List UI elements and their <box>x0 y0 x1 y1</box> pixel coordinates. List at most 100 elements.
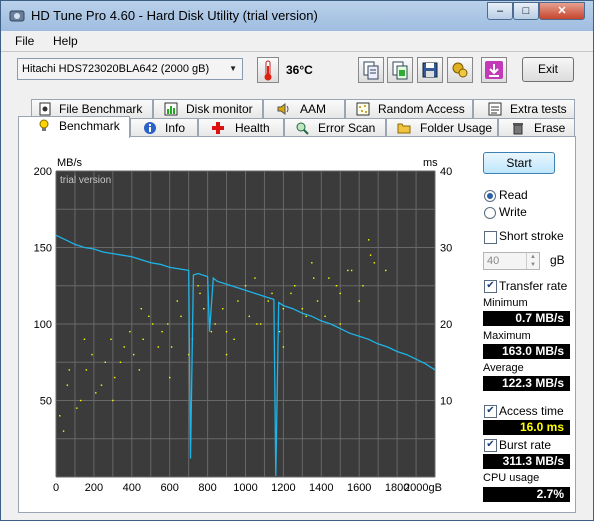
tab-erase[interactable]: Erase <box>498 118 575 138</box>
access-time-point <box>129 330 131 333</box>
tab-error-scan[interactable]: Error Scan <box>284 118 386 138</box>
start-button[interactable]: Start <box>483 152 555 174</box>
access-time-point <box>76 407 78 409</box>
access-time-point <box>233 338 235 340</box>
access-time-point <box>244 285 247 287</box>
access-time-point <box>214 323 216 325</box>
access-time-point <box>271 292 273 295</box>
access-time-point <box>290 292 292 295</box>
access-time-point <box>151 323 154 325</box>
options-button[interactable] <box>447 57 473 83</box>
copy-text-button[interactable] <box>358 57 384 83</box>
close-button[interactable]: ✕ <box>539 2 585 20</box>
spin-down-icon[interactable]: ▼ <box>526 261 539 269</box>
tab-folder-usage[interactable]: Folder Usage <box>386 118 498 138</box>
short-stroke-unit: gB <box>550 253 565 267</box>
tab-disk-monitor[interactable]: Disk monitor <box>153 99 263 119</box>
y-tick-label: 150 <box>34 243 52 255</box>
access-time-point <box>225 330 228 333</box>
average-label: Average <box>483 362 524 374</box>
copy-screenshot-icon <box>392 61 408 80</box>
access-time-point <box>339 292 341 295</box>
x-tick-label: 600 <box>161 482 179 494</box>
tab-label: Benchmark <box>59 119 120 133</box>
access-time-checkbox[interactable]: ✔ <box>484 405 497 418</box>
maximize-button[interactable]: □ <box>513 2 539 20</box>
minimum-label: Minimum <box>483 297 528 309</box>
tab-label: Disk monitor <box>186 102 253 116</box>
y-tick-label: 50 <box>40 396 52 408</box>
magnifier-icon <box>296 122 309 135</box>
access-time-point <box>335 285 338 287</box>
file-benchmark-icon <box>39 102 51 116</box>
folder-icon <box>397 123 411 134</box>
window-title: HD Tune Pro 4.60 - Hard Disk Utility (tr… <box>31 8 318 23</box>
access-time-point <box>254 277 256 279</box>
spin-up-icon[interactable]: ▲ <box>526 253 539 261</box>
tab-extra-tests[interactable]: Extra tests <box>473 99 575 119</box>
menu-file[interactable]: File <box>15 34 34 48</box>
download-icon <box>485 61 503 79</box>
short-stroke-checkbox[interactable] <box>484 231 497 244</box>
temperature-value: 36°C <box>286 63 313 77</box>
access-time-point <box>100 384 103 386</box>
menu-help[interactable]: Help <box>53 34 78 48</box>
download-button[interactable] <box>481 57 507 83</box>
access-time-point <box>222 308 224 310</box>
access-time-point <box>347 269 349 272</box>
tab-aam[interactable]: AAM <box>263 99 345 119</box>
access-time-point <box>369 254 372 256</box>
access-time-point <box>210 330 213 333</box>
read-radio[interactable] <box>484 190 496 202</box>
exit-button[interactable]: Exit <box>522 57 574 82</box>
x-tick-label: 1400 <box>309 482 333 494</box>
tab-label: Extra tests <box>510 102 567 116</box>
access-time-point <box>313 277 315 279</box>
y2-tick-label: 30 <box>440 243 452 255</box>
access-time-point <box>170 346 173 348</box>
tab-random-access[interactable]: Random Access <box>345 99 473 119</box>
tab-label: AAM <box>300 102 327 116</box>
short-stroke-label: Short stroke <box>499 229 564 243</box>
access-time-point <box>301 308 304 310</box>
average-value: 122.3 MB/s <box>483 376 570 391</box>
access-time-point <box>112 399 114 402</box>
access-time-point <box>278 330 281 333</box>
drive-select[interactable]: Hitachi HDS723020BLA642 (2000 gB) ▼ <box>17 58 243 80</box>
tab-label: Random Access <box>378 102 465 116</box>
minimize-button[interactable]: – <box>487 2 513 20</box>
x-tick-label: 0 <box>53 482 59 494</box>
cpu-usage-value: 2.7% <box>483 487 570 502</box>
tab-health[interactable]: Health <box>198 118 284 138</box>
app-window: HD Tune Pro 4.60 - Hard Disk Utility (tr… <box>0 0 594 521</box>
extra-tests-icon <box>488 102 502 116</box>
transfer-rate-checkbox[interactable]: ✔ <box>484 280 497 293</box>
save-button[interactable] <box>417 57 443 83</box>
access-time-point <box>267 300 269 302</box>
tab-info[interactable]: Info <box>130 118 198 138</box>
read-label: Read <box>499 188 528 202</box>
access-time-point <box>161 330 163 333</box>
access-time-point <box>140 308 142 310</box>
access-time-point <box>385 269 387 272</box>
access-time-point <box>237 300 239 302</box>
minimum-value: 0.7 MB/s <box>483 311 570 326</box>
access-time-point <box>110 338 112 340</box>
copy-screenshot-button[interactable] <box>387 57 413 83</box>
access-time-point <box>358 300 360 302</box>
access-time-point <box>350 269 353 272</box>
access-time-point <box>197 285 199 287</box>
access-time-point <box>59 415 61 417</box>
access-time-point <box>132 353 135 356</box>
tab-benchmark[interactable]: Benchmark <box>18 116 130 138</box>
short-stroke-input[interactable]: 40 ▲ ▼ <box>483 252 540 270</box>
short-stroke-value: 40 <box>487 255 500 267</box>
access-time-point <box>62 430 65 432</box>
benchmark-panel: MB/s ms trial version 0 200 400 600 800 1000 12… <box>18 136 576 513</box>
write-radio[interactable] <box>484 207 496 219</box>
maximum-label: Maximum <box>483 330 531 342</box>
burst-rate-checkbox[interactable]: ✔ <box>484 439 497 452</box>
tab-area: File Benchmark Disk monitor AAM Random A… <box>1 88 593 520</box>
access-time-point <box>362 285 364 287</box>
menu-bar: File Help <box>1 31 593 52</box>
